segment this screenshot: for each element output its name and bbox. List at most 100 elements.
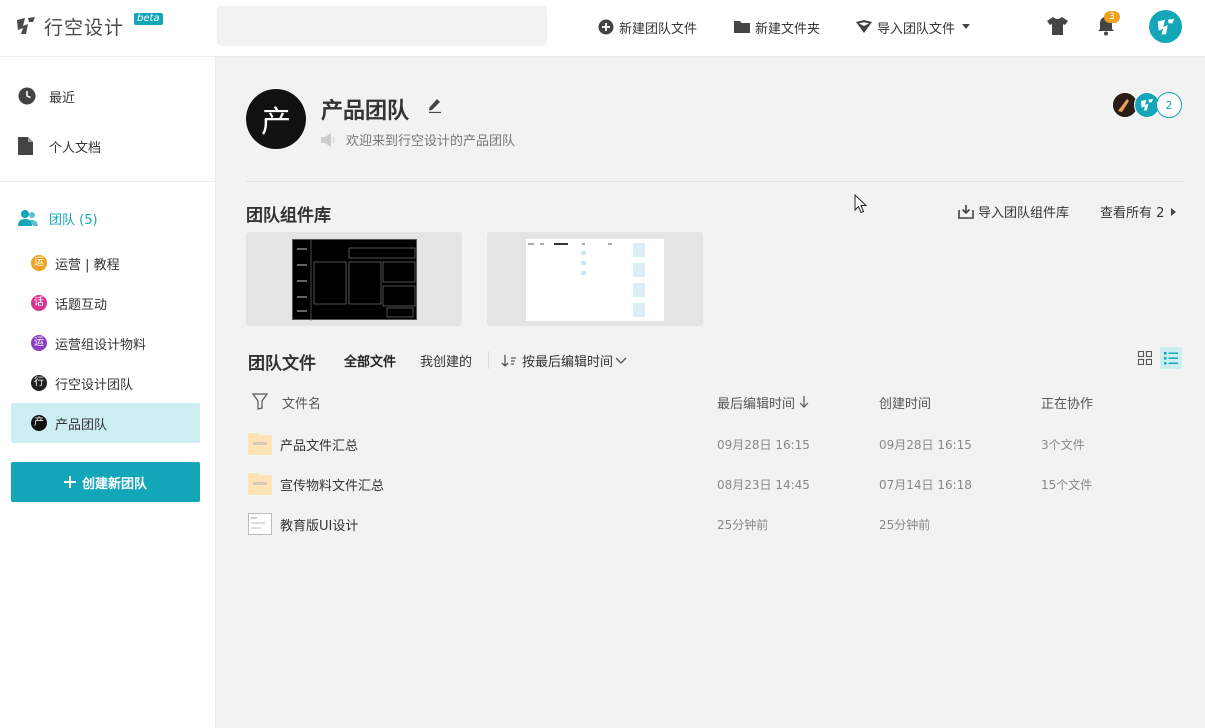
plus-circle-icon <box>598 19 614 35</box>
library-title: 团队组件库 <box>246 206 331 226</box>
team-avatar-icon: 产 <box>31 415 47 431</box>
team-title: 产品团队 <box>321 99 410 124</box>
clock-icon <box>18 87 38 105</box>
sidebar-teams-header[interactable]: 团队 (5) <box>18 207 98 229</box>
sidebar-team-item[interactable]: 产产品团队 <box>11 403 200 443</box>
mouse-cursor-icon <box>854 194 867 214</box>
file-collaborating: 3个文件 <box>1041 438 1085 452</box>
caret-right-icon <box>1171 207 1177 216</box>
sidebar-team-item[interactable]: 运运营 | 教程 <box>11 243 200 283</box>
sidebar-item-personal-docs[interactable]: 个人文档 <box>18 135 101 157</box>
team-members[interactable]: 2 <box>1112 92 1182 120</box>
team-welcome-text: 欢迎来到行空设计的产品团队 <box>346 134 516 149</box>
sidebar-item-label: 团队 (5) <box>49 212 98 228</box>
file-name: 宣传物料文件汇总 <box>280 479 385 494</box>
sort-icon <box>501 354 516 367</box>
new-folder-label: 新建文件夹 <box>755 21 821 37</box>
new-team-file-label: 新建团队文件 <box>619 21 698 37</box>
view-all-libraries-link[interactable]: 查看所有 2 <box>1100 202 1178 221</box>
speaker-icon <box>321 132 335 147</box>
sort-label: 按最后编辑时间 <box>522 355 614 370</box>
sort-dropdown[interactable]: 按最后编辑时间 <box>501 351 627 370</box>
filter-icon[interactable] <box>252 393 268 410</box>
sidebar-team-label: 产品团队 <box>55 417 108 433</box>
team-avatar-icon: 运 <box>31 255 47 271</box>
import-library-button[interactable]: 导入团队组件库 <box>958 202 1069 221</box>
column-header-name[interactable]: 文件名 <box>282 393 321 412</box>
sidebar: 最近 个人文档 团队 (5) 运运营 | 教程话话题互动运运营组设计物料行行空设… <box>0 57 216 728</box>
sidebar-item-label: 个人文档 <box>49 140 102 156</box>
view-all-label: 查看所有 2 <box>1100 206 1165 221</box>
library-card[interactable] <box>487 232 703 326</box>
create-team-button[interactable]: 创建新团队 <box>11 462 200 502</box>
create-team-label: 创建新团队 <box>81 476 147 492</box>
plus-icon <box>63 476 76 488</box>
column-header-collaborating[interactable]: 正在协作 <box>1041 393 1093 412</box>
folder-icon <box>248 473 272 495</box>
column-header-created[interactable]: 创建时间 <box>879 393 931 412</box>
chevron-down-icon <box>615 357 627 364</box>
member-logo-icon <box>1141 99 1153 111</box>
file-name: 教育版UI设计 <box>280 519 359 534</box>
new-folder-button[interactable]: 新建文件夹 <box>734 16 820 38</box>
team-avatar-icon: 话 <box>31 295 47 311</box>
search-input[interactable] <box>217 6 547 46</box>
team-avatar-icon: 运 <box>31 335 47 351</box>
folder-icon <box>734 21 750 33</box>
document-icon <box>18 137 38 155</box>
file-last-edited: 25分钟前 <box>717 518 769 532</box>
sidebar-team-item[interactable]: 行行空设计团队 <box>11 363 200 403</box>
sidebar-team-label: 话题互动 <box>55 297 108 313</box>
pencil-icon[interactable] <box>428 98 442 113</box>
app-logo[interactable]: 行空设计 <box>14 12 124 40</box>
team-avatar[interactable]: 产 <box>246 89 306 149</box>
column-header-last-edited[interactable]: 最后编辑时间 <box>717 393 809 412</box>
sidebar-team-label: 行空设计团队 <box>55 377 134 393</box>
sidebar-team-item[interactable]: 运运营组设计物料 <box>11 323 200 363</box>
import-team-file-button[interactable]: 导入团队文件 <box>856 16 979 38</box>
file-last-edited: 09月28日 16:15 <box>717 438 810 452</box>
sidebar-item-label: 最近 <box>49 90 76 106</box>
table-row[interactable]: 产品文件汇总 09月28日 16:15 09月28日 16:15 3个文件 <box>246 423 1184 463</box>
tab-created-by-me[interactable]: 我创建的 <box>420 351 472 370</box>
import-team-file-label: 导入团队文件 <box>877 21 956 37</box>
column-header-label: 最后编辑时间 <box>717 397 796 412</box>
sidebar-team-label: 运营 | 教程 <box>55 257 120 273</box>
arrow-down-icon <box>799 396 809 408</box>
list-view-button[interactable] <box>1160 347 1182 369</box>
table-row[interactable]: 教育版UI设计 25分钟前 25分钟前 <box>246 503 1184 543</box>
table-row[interactable]: 宣传物料文件汇总 08月23日 14:45 07月14日 16:18 15个文件 <box>246 463 1184 503</box>
library-card[interactable] <box>246 232 462 326</box>
user-avatar[interactable] <box>1149 10 1182 43</box>
file-created: 07月14日 16:18 <box>879 478 972 492</box>
new-team-file-button[interactable]: 新建团队文件 <box>598 16 697 38</box>
import-library-icon <box>958 205 974 219</box>
file-name: 产品文件汇总 <box>280 439 359 454</box>
sidebar-team-item[interactable]: 话话题互动 <box>11 283 200 323</box>
grid-view-button[interactable] <box>1134 347 1156 369</box>
sidebar-item-recent[interactable]: 最近 <box>18 85 75 107</box>
tshirt-icon[interactable] <box>1047 17 1068 35</box>
file-icon <box>248 513 272 535</box>
file-collaborating: 15个文件 <box>1041 478 1093 492</box>
files-title: 团队文件 <box>248 354 316 374</box>
import-library-label: 导入团队组件库 <box>978 206 1070 221</box>
team-icon <box>18 209 38 227</box>
tab-separator <box>488 351 489 369</box>
extra-members-count[interactable]: 2 <box>1156 92 1182 118</box>
file-last-edited: 08月23日 14:45 <box>717 478 810 492</box>
team-announcement: 欢迎来到行空设计的产品团队 <box>321 130 515 149</box>
library-thumbnail <box>526 239 664 321</box>
logo-mark-icon <box>14 14 38 38</box>
library-thumbnail <box>292 239 417 321</box>
sidebar-team-label: 运营组设计物料 <box>55 337 147 353</box>
file-created: 09月28日 16:15 <box>879 438 972 452</box>
tab-all-files[interactable]: 全部文件 <box>344 351 396 370</box>
folder-icon <box>248 433 272 455</box>
team-avatar-icon: 行 <box>31 375 47 391</box>
list-icon <box>1164 351 1178 364</box>
top-bar: 行空设计 beta 新建团队文件 新建文件夹 导入团队文件 3 <box>0 0 1205 57</box>
header-divider <box>246 181 1184 182</box>
beta-badge: beta <box>134 13 163 25</box>
user-logo-icon <box>1157 18 1174 34</box>
